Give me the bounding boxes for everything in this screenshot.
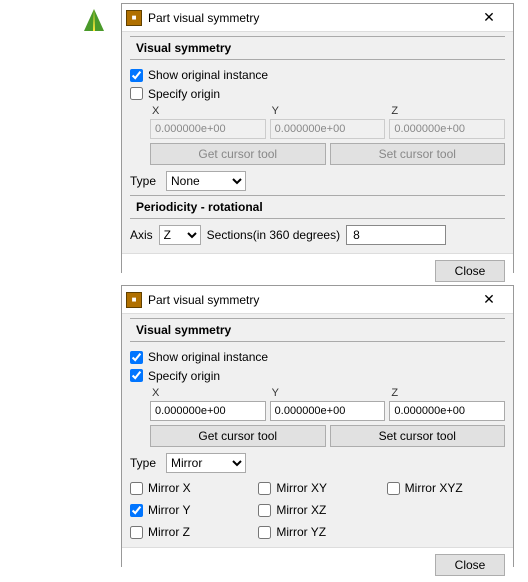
mirror-x-label: Mirror X [148,481,191,495]
mirror-xy-label: Mirror XY [276,481,327,495]
origin-x-input[interactable] [150,401,266,421]
section-periodicity: Periodicity - rotational [130,195,505,219]
close-icon[interactable]: ✕ [471,7,507,29]
close-button[interactable]: Close [435,260,505,282]
dialog-title: Part visual symmetry [148,293,471,307]
mirror-xz-input[interactable] [258,504,271,517]
specify-origin-input[interactable] [130,369,143,382]
type-row: Type None [130,171,505,191]
set-cursor-tool-button[interactable]: Set cursor tool [330,425,506,447]
show-original-checkbox[interactable]: Show original instance [130,350,268,364]
show-original-input[interactable] [130,69,143,82]
type-row: Type Mirror [130,453,505,473]
type-label: Type [130,456,160,470]
mirror-y-checkbox[interactable]: Mirror Y [130,503,248,517]
get-cursor-tool-button[interactable]: Get cursor tool [150,143,326,165]
mirror-yz-checkbox[interactable]: Mirror YZ [258,525,376,539]
cursor-tool-row: Get cursor tool Set cursor tool [150,425,505,447]
origin-y-input[interactable] [270,401,386,421]
type-label: Type [130,174,160,188]
show-original-checkbox[interactable]: Show original instance [130,68,268,82]
origin-y-col: Y [270,105,386,139]
mirror-z-input[interactable] [130,526,143,539]
mirror-xyz-checkbox[interactable]: Mirror XYZ [387,481,505,495]
origin-z-label: Z [389,387,505,399]
mirror-xyz-label: Mirror XYZ [405,481,463,495]
origin-x-label: X [150,105,266,117]
origin-z-label: Z [389,105,505,117]
cursor-tool-row: Get cursor tool Set cursor tool [150,143,505,165]
titlebar[interactable]: ■ Part visual symmetry ✕ [122,4,513,32]
axis-row: Axis Z Sections(in 360 degrees) [130,225,505,245]
mirror-xz-checkbox[interactable]: Mirror XZ [258,503,376,517]
dialog-body: Visual symmetry Show original instance S… [122,314,513,547]
origin-y-input [270,119,386,139]
mirror-y-label: Mirror Y [148,503,190,517]
mirror-options-grid: Mirror X Mirror XY Mirror XYZ Mirror Y M… [130,479,505,541]
show-original-label: Show original instance [148,68,268,82]
type-select[interactable]: None [166,171,246,191]
mirror-y-input[interactable] [130,504,143,517]
origin-x-col: X [150,105,266,139]
show-original-input[interactable] [130,351,143,364]
mirror-z-checkbox[interactable]: Mirror Z [130,525,248,539]
origin-y-label: Y [270,105,386,117]
origin-x-label: X [150,387,266,399]
origin-z-input [389,119,505,139]
specify-origin-label: Specify origin [148,87,220,101]
mirror-xy-checkbox[interactable]: Mirror XY [258,481,376,495]
origin-z-col: Z [389,105,505,139]
specify-origin-input[interactable] [130,87,143,100]
dialog-body: Visual symmetry Show original instance S… [122,32,513,253]
specify-origin-checkbox[interactable]: Specify origin [130,369,220,383]
origin-z-col: Z [389,387,505,421]
origin-y-col: Y [270,387,386,421]
dialog-icon: ■ [126,292,142,308]
titlebar[interactable]: ■ Part visual symmetry ✕ [122,286,513,314]
mirror-x-checkbox[interactable]: Mirror X [130,481,248,495]
sections-label: Sections(in 360 degrees) [207,228,340,242]
mirror-yz-input[interactable] [258,526,271,539]
section-visual-symmetry: Visual symmetry [130,318,505,342]
dialog-footer: Close [122,253,513,288]
set-cursor-tool-button[interactable]: Set cursor tool [330,143,506,165]
mirror-yz-label: Mirror YZ [276,525,326,539]
road-app-icon [80,6,108,34]
axis-select[interactable]: Z [159,225,201,245]
origin-x-input [150,119,266,139]
dialog-title: Part visual symmetry [148,11,471,25]
origin-xyz-row: X Y Z [150,105,505,139]
specify-origin-checkbox[interactable]: Specify origin [130,87,220,101]
mirror-xyz-input[interactable] [387,482,400,495]
type-select[interactable]: Mirror [166,453,246,473]
origin-xyz-row: X Y Z [150,387,505,421]
mirror-xy-input[interactable] [258,482,271,495]
mirror-x-input[interactable] [130,482,143,495]
axis-label: Axis [130,228,153,242]
origin-x-col: X [150,387,266,421]
part-visual-symmetry-dialog-2: ■ Part visual symmetry ✕ Visual symmetry… [121,285,514,567]
section-visual-symmetry: Visual symmetry [130,36,505,60]
get-cursor-tool-button[interactable]: Get cursor tool [150,425,326,447]
dialog-footer: Close [122,547,513,582]
dialog-icon: ■ [126,10,142,26]
part-visual-symmetry-dialog-1: ■ Part visual symmetry ✕ Visual symmetry… [121,3,514,273]
origin-y-label: Y [270,387,386,399]
specify-origin-label: Specify origin [148,369,220,383]
sections-input[interactable] [346,225,446,245]
origin-z-input[interactable] [389,401,505,421]
close-button[interactable]: Close [435,554,505,576]
mirror-z-label: Mirror Z [148,525,190,539]
show-original-label: Show original instance [148,350,268,364]
close-icon[interactable]: ✕ [471,289,507,311]
mirror-xz-label: Mirror XZ [276,503,326,517]
